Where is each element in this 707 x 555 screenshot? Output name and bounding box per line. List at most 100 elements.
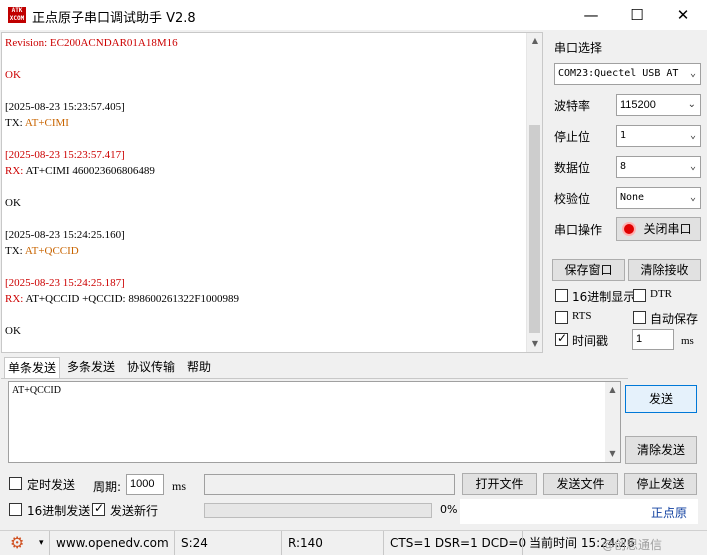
save-window-button[interactable]: 保存窗口 xyxy=(552,259,625,281)
receive-line-text: OK xyxy=(5,197,21,209)
sent-count: S:24 xyxy=(174,531,208,555)
receive-line-text: OK xyxy=(5,69,21,81)
receive-text-area[interactable]: Revision: EC200ACNDAR01A18M16 OK [2025-08-… xyxy=(1,32,543,353)
dtr-label: DTR xyxy=(650,288,672,300)
receive-line xyxy=(5,83,239,99)
parity-label: 校验位 xyxy=(554,192,591,206)
receive-line xyxy=(5,131,239,147)
clear-receive-button[interactable]: 清除接收 xyxy=(628,259,701,281)
minimize-button[interactable]: — xyxy=(568,0,614,30)
send-file-button[interactable]: 发送文件 xyxy=(543,473,618,495)
stopbits-select[interactable]: 1 ⌄ xyxy=(616,125,701,147)
title-bar: ATK XCOM 正点原子串口调试助手 V2.8 — ☐ ✕ xyxy=(0,0,707,30)
maximize-button[interactable]: ☐ xyxy=(614,0,660,30)
receive-line-text: Revision: EC200ACNDAR01A18M16 xyxy=(5,37,178,49)
send-text: AT+QCCID xyxy=(12,385,61,396)
stopbits-select-value: 1 xyxy=(620,130,627,141)
scrollbar-thumb[interactable] xyxy=(529,125,540,333)
send-newline-label: 发送新行 xyxy=(110,504,159,518)
brand-panel: 正点原 xyxy=(460,499,698,524)
website-link[interactable]: www.openedv.com xyxy=(49,531,169,555)
open-file-button[interactable]: 打开文件 xyxy=(462,473,537,495)
chevron-down-icon: ⌄ xyxy=(689,192,696,203)
chevron-down-icon: ⌄ xyxy=(689,161,696,172)
close-button[interactable]: ✕ xyxy=(660,0,706,30)
receive-line: [2025-08-23 15:24:25.187] xyxy=(5,275,239,291)
timestamp-checkbox[interactable] xyxy=(555,331,568,346)
receive-line-payload: AT+CIMI xyxy=(24,117,69,129)
receive-line: TX: AT+CIMI xyxy=(5,115,239,131)
auto-save-checkbox[interactable] xyxy=(633,311,646,324)
record-icon xyxy=(622,222,636,236)
status-bar: ⚙ ▾ www.openedv.com S:24 R:140 CTS=1 DSR… xyxy=(0,530,707,555)
receive-line: Revision: EC200ACNDAR01A18M16 xyxy=(5,35,239,51)
gear-icon[interactable]: ⚙ xyxy=(10,534,24,552)
send-button[interactable]: 发送 xyxy=(625,385,697,413)
receive-line: [2025-08-23 15:23:57.405] xyxy=(5,99,239,115)
tab-single-send[interactable]: 单条发送 xyxy=(4,357,61,378)
tab-help[interactable]: 帮助 xyxy=(184,357,214,378)
receive-scrollbar[interactable]: ▲ ▼ xyxy=(526,33,542,352)
chevron-down-icon: ⌄ xyxy=(689,68,696,79)
hex-display-checkbox[interactable] xyxy=(555,289,568,302)
stop-send-button[interactable]: 停止发送 xyxy=(624,473,697,495)
timestamp-input[interactable]: 1 xyxy=(632,329,674,350)
chevron-down-icon[interactable]: ▾ xyxy=(39,531,44,555)
stopbits-label: 停止位 xyxy=(554,130,591,144)
send-newline-checkbox[interactable] xyxy=(92,501,105,516)
receive-line-text: [2025-08-23 15:24:25.160] xyxy=(5,229,125,241)
send-progress-bar xyxy=(204,503,432,518)
receive-line-text: TX: xyxy=(5,245,25,257)
period-input[interactable]: 1000 xyxy=(126,474,164,495)
receive-line-payload: AT+QCCID xyxy=(24,245,79,257)
line-status: CTS=1 DSR=1 DCD=0 xyxy=(383,531,526,555)
brand-text: 正点原 xyxy=(651,506,688,520)
scroll-up-icon[interactable]: ▲ xyxy=(527,33,542,49)
port-label: 串口选择 xyxy=(554,41,603,55)
databits-select-value: 8 xyxy=(620,161,627,172)
receive-line: OK xyxy=(5,195,239,211)
receive-line-text: [2025-08-23 15:24:25.187] xyxy=(5,277,125,289)
port-op-label: 串口操作 xyxy=(554,223,603,237)
receive-line-text: OK xyxy=(5,325,21,337)
scroll-up-icon[interactable]: ▲ xyxy=(605,382,620,398)
receive-line-text: TX: xyxy=(5,117,25,129)
receive-line: [2025-08-23 15:23:57.417] xyxy=(5,147,239,163)
parity-select[interactable]: None ⌄ xyxy=(616,187,701,209)
watermark-text: @创思通信 xyxy=(602,538,663,552)
baud-select-value: 115200 xyxy=(620,99,656,111)
rts-checkbox[interactable] xyxy=(555,311,568,324)
baud-label: 波特率 xyxy=(554,99,591,113)
period-label: 周期: xyxy=(93,480,122,494)
receive-line: [2025-08-23 15:24:25.160] xyxy=(5,227,239,243)
baud-select[interactable]: 115200 ⌄ xyxy=(616,94,701,116)
receive-line: OK xyxy=(5,67,239,83)
tab-multi-send[interactable]: 多条发送 xyxy=(64,357,118,378)
file-path-field[interactable] xyxy=(204,474,455,495)
close-port-button[interactable]: 关闭串口 xyxy=(616,217,701,241)
scroll-down-icon[interactable]: ▼ xyxy=(605,446,620,462)
receive-line xyxy=(5,179,239,195)
receive-lines: Revision: EC200ACNDAR01A18M16 OK [2025-08-… xyxy=(5,35,239,339)
rts-label: RTS xyxy=(572,310,592,322)
port-select[interactable]: COM23:Quectel USB AT ⌄ xyxy=(554,63,701,85)
dtr-checkbox[interactable] xyxy=(633,289,646,302)
receive-line-text: RX: xyxy=(5,293,26,305)
receive-line xyxy=(5,259,239,275)
receive-line: RX: AT+CIMI 460023606806489 xyxy=(5,163,239,179)
timed-send-checkbox[interactable] xyxy=(9,477,22,490)
receive-line-text: RX: xyxy=(5,165,26,177)
receive-line: RX: AT+QCCID +QCCID: 898600261322F100098… xyxy=(5,291,239,307)
timestamp-unit: ms xyxy=(681,335,694,347)
hex-send-checkbox[interactable] xyxy=(9,503,22,516)
databits-select[interactable]: 8 ⌄ xyxy=(616,156,701,178)
send-scrollbar[interactable]: ▲ ▼ xyxy=(605,382,620,462)
scroll-down-icon[interactable]: ▼ xyxy=(527,336,542,352)
tab-protocol[interactable]: 协议传输 xyxy=(124,357,178,378)
receive-line: OK xyxy=(5,323,239,339)
hex-display-label: 16进制显示 xyxy=(572,290,636,304)
send-progress-text: 0% xyxy=(440,503,458,516)
send-text-area[interactable]: AT+QCCID ▲ ▼ xyxy=(8,381,621,463)
clear-send-button[interactable]: 清除发送 xyxy=(625,436,697,464)
timed-send-label: 定时发送 xyxy=(27,478,76,492)
